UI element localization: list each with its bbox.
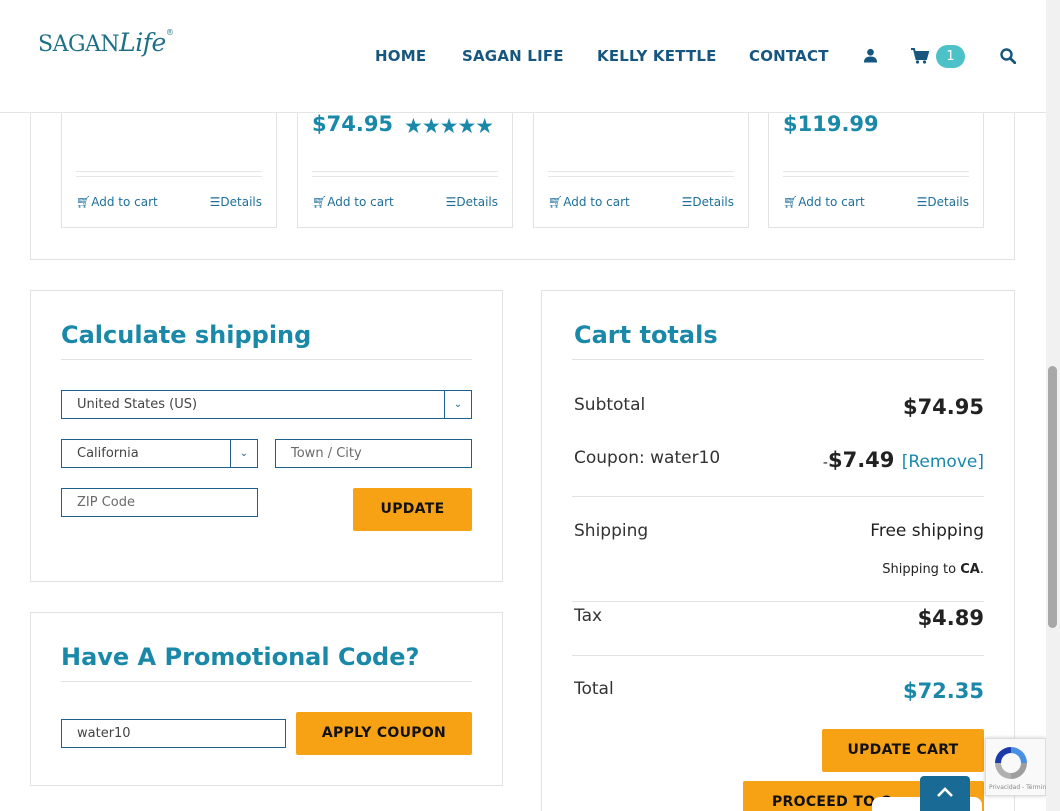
coupon-input[interactable]: water10: [61, 719, 286, 748]
cart-icon: 🛒︎: [312, 195, 328, 209]
update-cart-button[interactable]: UPDATE CART: [822, 729, 984, 772]
details-link[interactable]: ☰Details: [917, 195, 969, 209]
product-price: $119.99: [783, 112, 879, 136]
shipping-destination: Shipping to CA.: [882, 562, 984, 577]
list-icon: ☰: [681, 195, 693, 209]
subtotal-value: $74.95: [902, 395, 984, 419]
coupon-value: $7.49: [827, 448, 895, 472]
list-icon: ☰: [209, 195, 221, 209]
cart-totals-title: Cart totals: [574, 321, 718, 349]
promo-code-panel: Have A Promotional Code? water10 APPLY C…: [30, 612, 503, 786]
nav-sagan-life[interactable]: SAGAN LIFE: [462, 47, 564, 65]
shipping-value: Free shipping: [870, 521, 984, 541]
subtotal-label: Subtotal: [574, 395, 646, 415]
account-icon[interactable]: [863, 48, 878, 67]
cart-totals-panel: Cart totals Subtotal $74.95 Coupon: wate…: [541, 290, 1015, 811]
zip-input[interactable]: ZIP Code: [61, 488, 258, 517]
scrollbar-thumb[interactable]: [1048, 366, 1057, 628]
logo-life: Life: [119, 28, 166, 57]
details-link[interactable]: ☰Details: [210, 195, 262, 209]
country-select[interactable]: United States (US) ⌄: [61, 390, 472, 419]
shipping-title: Calculate shipping: [61, 321, 312, 349]
add-to-cart-link[interactable]: 🛒︎Add to cart: [548, 195, 630, 209]
list-icon: ☰: [445, 195, 457, 209]
add-to-cart-link[interactable]: 🛒︎Add to cart: [76, 195, 158, 209]
add-to-cart-link[interactable]: 🛒︎Add to cart: [312, 195, 394, 209]
recaptcha-icon: [995, 747, 1027, 779]
calculate-shipping-panel: Calculate shipping United States (US) ⌄ …: [30, 290, 503, 582]
nav-home[interactable]: HOME: [375, 47, 426, 65]
list-icon: ☰: [916, 195, 928, 209]
product-card: $119.99 🛒︎Add to cart ☰Details: [768, 100, 984, 228]
cart-icon: 🛒︎: [783, 195, 799, 209]
cart-count-badge[interactable]: 1: [936, 45, 965, 68]
nav-contact[interactable]: CONTACT: [749, 47, 829, 65]
remove-coupon-link[interactable]: [Remove]: [902, 452, 984, 472]
rating-stars: ★★★★★: [404, 114, 494, 138]
cart-icon[interactable]: [911, 48, 930, 68]
total-value: $72.35: [902, 679, 984, 703]
chevron-down-icon: ⌄: [230, 440, 257, 467]
nav-kelly-kettle[interactable]: KELLY KETTLE: [597, 47, 717, 65]
add-to-cart-link[interactable]: 🛒︎Add to cart: [783, 195, 865, 209]
site-logo[interactable]: SAGANLife®: [38, 28, 174, 57]
product-price: $74.95: [312, 112, 394, 136]
cart-icon: 🛒︎: [76, 195, 92, 209]
update-shipping-button[interactable]: UPDATE: [353, 488, 472, 531]
product-card: 🛒︎Add to cart ☰Details: [61, 100, 277, 228]
coupon-discount: -$7.49 [Remove]: [822, 448, 984, 472]
state-select[interactable]: California ⌄: [61, 439, 258, 468]
cart-icon: 🛒︎: [548, 195, 564, 209]
recaptcha-badge[interactable]: Privacidad - Términos: [985, 738, 1053, 796]
total-label: Total: [574, 679, 614, 699]
details-link[interactable]: ☰Details: [682, 195, 734, 209]
promo-title: Have A Promotional Code?: [61, 643, 420, 671]
chevron-up-icon: [937, 787, 953, 797]
shipping-label: Shipping: [574, 521, 649, 541]
apply-coupon-button[interactable]: APPLY COUPON: [296, 712, 472, 755]
tax-value: $4.89: [917, 606, 984, 630]
chevron-down-icon: ⌄: [444, 391, 471, 418]
details-link[interactable]: ☰Details: [446, 195, 498, 209]
tax-label: Tax: [574, 606, 603, 626]
recaptcha-text: Privacidad - Términos: [989, 784, 1053, 791]
coupon-label: Coupon: water10: [574, 448, 721, 468]
city-input[interactable]: Town / City: [275, 439, 472, 468]
product-card: $74.95 ★★★★★ 🛒︎Add to cart ☰Details: [297, 100, 513, 228]
logo-main: SAGAN: [38, 32, 120, 57]
product-card: 🛒︎Add to cart ☰Details: [533, 100, 749, 228]
search-icon[interactable]: [1000, 48, 1017, 68]
site-header: SAGANLife® HOME SAGAN LIFE KELLY KETTLE …: [0, 0, 1046, 113]
scroll-to-top-button[interactable]: [920, 776, 970, 811]
